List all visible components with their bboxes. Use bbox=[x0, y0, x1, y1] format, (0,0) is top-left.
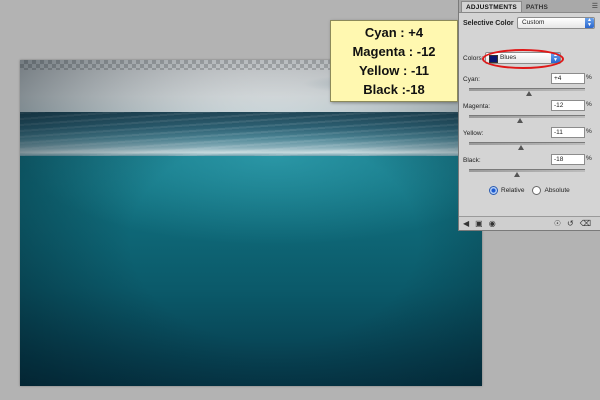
radio-absolute-dot[interactable] bbox=[532, 185, 542, 195]
callout-line-magenta: Magenta : -12 bbox=[352, 44, 436, 59]
reset-icon[interactable]: ↺ bbox=[567, 219, 574, 229]
value-input-yellow[interactable]: -11 bbox=[551, 127, 585, 138]
select-arrows-icon: ▲ ▼ bbox=[585, 18, 594, 28]
red-highlight-circle bbox=[482, 49, 564, 69]
slider-magenta: Magenta: -12 % bbox=[459, 100, 600, 127]
slider-thumb-magenta[interactable] bbox=[517, 118, 524, 123]
radio-relative-label: Relative bbox=[501, 186, 525, 194]
method-radios: Relative Absolute bbox=[459, 183, 600, 197]
slider-track-yellow[interactable] bbox=[469, 142, 585, 145]
slider-black: Black: -18 % bbox=[459, 154, 600, 181]
document-canvas[interactable] bbox=[20, 60, 482, 386]
callout-line-black: Black :-18 bbox=[363, 82, 425, 97]
back-arrow-icon[interactable]: ◀ bbox=[463, 219, 469, 229]
slider-label-cyan: Cyan: bbox=[463, 76, 480, 83]
unit-magenta: % bbox=[586, 101, 592, 108]
tab-adjustments[interactable]: ADJUSTMENTS bbox=[461, 1, 522, 12]
radio-absolute[interactable]: Absolute bbox=[532, 185, 570, 195]
vignette-overlay bbox=[20, 60, 482, 386]
clip-layer-icon[interactable]: ▣ bbox=[475, 219, 483, 229]
slider-track-magenta[interactable] bbox=[469, 115, 585, 118]
values-callout: Cyan : +4 Magenta : -12 Yellow : -11 Bla… bbox=[330, 20, 458, 102]
callout-line-cyan: Cyan : +4 bbox=[364, 25, 424, 40]
slider-yellow: Yellow: -11 % bbox=[459, 127, 600, 154]
unit-cyan: % bbox=[586, 74, 592, 81]
delete-icon[interactable]: ⌫ bbox=[580, 219, 591, 229]
slider-label-black: Black: bbox=[463, 157, 481, 164]
unit-black: % bbox=[586, 155, 592, 162]
value-input-black[interactable]: -18 bbox=[551, 154, 585, 165]
panel-header: Selective Color Custom ▲ ▼ bbox=[459, 15, 600, 31]
callout-line-yellow: Yellow : -11 bbox=[358, 63, 430, 78]
tab-paths[interactable]: PATHS bbox=[522, 2, 552, 12]
adjustments-panel: ADJUSTMENTS PATHS ☰ Selective Color Cust… bbox=[458, 0, 600, 231]
slider-label-yellow: Yellow: bbox=[463, 130, 484, 137]
colors-row: Colors: Blues ▲ ▼ bbox=[459, 49, 600, 69]
unit-yellow: % bbox=[586, 128, 592, 135]
slider-label-magenta: Magenta: bbox=[463, 103, 491, 110]
panel-title: Selective Color bbox=[463, 19, 514, 27]
panel-menu-icon[interactable]: ☰ bbox=[592, 2, 598, 10]
slider-thumb-black[interactable] bbox=[513, 172, 520, 177]
value-input-cyan[interactable]: +4 bbox=[551, 73, 585, 84]
preset-value: Custom bbox=[522, 19, 545, 26]
slider-cyan: Cyan: +4 % bbox=[459, 73, 600, 100]
preset-select[interactable]: Custom ▲ ▼ bbox=[517, 17, 595, 29]
panel-footer: ◀ ▣ ◉ ☉ ↺ ⌫ bbox=[459, 216, 600, 230]
radio-absolute-label: Absolute bbox=[544, 186, 570, 194]
visibility-eye-icon[interactable]: ◉ bbox=[489, 219, 496, 229]
slider-thumb-cyan[interactable] bbox=[526, 91, 533, 96]
radio-relative-dot[interactable] bbox=[489, 185, 498, 195]
view-previous-icon[interactable]: ☉ bbox=[554, 219, 561, 229]
panel-tabs: ADJUSTMENTS PATHS ☰ bbox=[459, 0, 600, 13]
value-input-magenta[interactable]: -12 bbox=[551, 100, 585, 111]
radio-relative[interactable]: Relative bbox=[489, 185, 525, 195]
slider-track-black[interactable] bbox=[469, 169, 585, 172]
slider-thumb-yellow[interactable] bbox=[517, 145, 524, 150]
